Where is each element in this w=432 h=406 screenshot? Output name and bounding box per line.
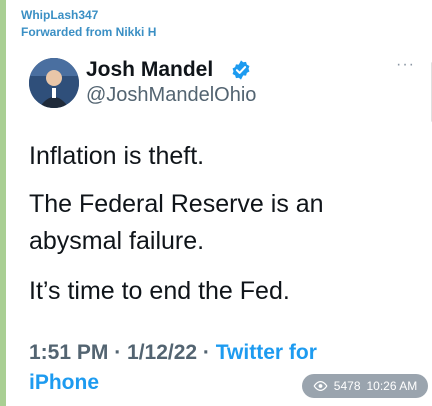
- eye-icon: [313, 381, 328, 391]
- tweet-source-link: Twitter for: [215, 341, 317, 364]
- tweet-line-3: abysmal failure.: [29, 227, 205, 255]
- tweet-screenshot[interactable]: Josh Mandel @JoshMandelOhio ··· Inflatio…: [14, 44, 430, 406]
- tweet-line-1: Inflation is theft.: [29, 142, 205, 170]
- tweet-line-2: The Federal Reserve is an: [29, 190, 324, 218]
- verified-badge-icon: [232, 60, 250, 80]
- tweet-line-4: It’s time to end the Fed.: [29, 277, 290, 305]
- author-handle: @JoshMandelOhio: [86, 84, 257, 106]
- view-count: 5478: [333, 379, 361, 393]
- more-options-icon[interactable]: ···: [396, 56, 415, 74]
- avatar: [29, 58, 79, 108]
- tweet-timestamp: 1:51 PM · 1/12/22 ·: [29, 341, 216, 364]
- author-name: Josh Mandel: [86, 58, 214, 81]
- message-meta-badge: 5478 10:26 AM: [302, 374, 428, 398]
- message-time: 10:26 AM: [366, 379, 418, 393]
- forwarded-from-label[interactable]: Forwarded from Nikki H: [21, 25, 156, 39]
- message-bubble[interactable]: WhipLash347 Forwarded from Nikki H Josh …: [6, 0, 432, 406]
- sender-name[interactable]: WhipLash347: [21, 8, 98, 22]
- tweet-timestamp-row: 1:51 PM · 1/12/22 · Twitter for: [29, 341, 317, 365]
- tweet-source-link-continued: iPhone: [29, 371, 100, 394]
